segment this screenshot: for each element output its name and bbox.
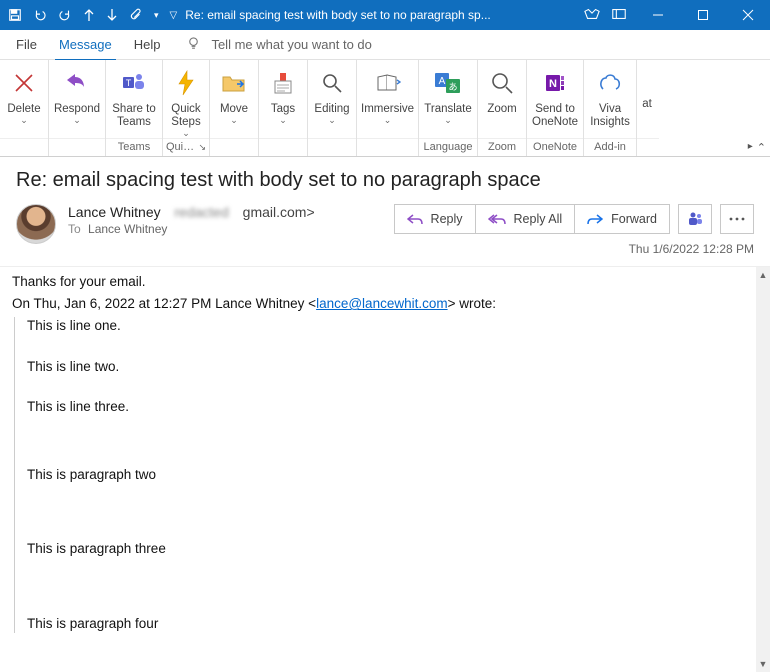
group-quick: Qui…↘ — [163, 138, 209, 156]
immersive-button[interactable]: Immersive⌄ — [357, 60, 418, 138]
delete-button[interactable]: Delete⌄ — [0, 60, 48, 138]
send-onenote-button[interactable]: N Send to OneNote — [527, 60, 583, 138]
quick-steps-button[interactable]: Quick Steps⌄ — [163, 60, 209, 138]
forward-button[interactable]: Forward — [575, 204, 670, 234]
premium-icon[interactable] — [584, 7, 600, 24]
attach-icon[interactable] — [129, 8, 143, 22]
arrow-up-icon[interactable] — [83, 8, 95, 22]
svg-text:N: N — [549, 78, 557, 90]
quoted-para: This is paragraph two — [27, 466, 754, 484]
group-language: Language — [419, 138, 477, 156]
svg-text:A: A — [439, 76, 446, 87]
close-button[interactable] — [725, 0, 770, 30]
ribbon-scroll-right-icon[interactable]: ▸ — [748, 141, 753, 154]
translate-icon: Aあ — [434, 66, 462, 100]
teams-chat-button[interactable] — [678, 204, 712, 234]
quoted-block: This is line one. This is line two. This… — [14, 317, 754, 632]
email-subject: Re: email spacing test with body set to … — [0, 157, 770, 196]
tab-file[interactable]: File — [14, 33, 39, 56]
undo-icon[interactable] — [33, 8, 47, 22]
email-body: Thanks for your email. On Thu, Jan 6, 20… — [12, 273, 754, 633]
move-button[interactable]: Move⌄ — [210, 60, 258, 138]
ribbon-collapse-icon[interactable]: ⌃ — [757, 141, 766, 154]
reply-all-button[interactable]: Reply All — [476, 204, 576, 234]
scroll-down-icon[interactable]: ▼ — [756, 656, 770, 672]
find-icon — [320, 66, 344, 100]
quoted-line: This is line two. — [27, 358, 754, 376]
ribbon-overflow[interactable]: at — [637, 60, 657, 138]
redo-icon[interactable] — [58, 8, 72, 22]
minimize-button[interactable] — [635, 0, 680, 30]
reply-button[interactable]: Reply — [394, 204, 476, 234]
tags-button[interactable]: Tags⌄ — [259, 60, 307, 138]
chevron-down-icon[interactable]: ▾ — [154, 11, 159, 20]
scrollbar[interactable]: ▲ ▼ — [756, 267, 770, 672]
window-title: Re: email spacing test with body set to … — [185, 8, 491, 22]
editing-button[interactable]: Editing⌄ — [308, 60, 356, 138]
translate-button[interactable]: Aあ Translate⌄ — [419, 60, 477, 138]
quoted-para: This is paragraph four — [27, 615, 754, 633]
scroll-up-icon[interactable]: ▲ — [756, 267, 770, 283]
sender-name: Lance Whitney — [68, 204, 161, 220]
arrow-down-icon[interactable] — [106, 8, 118, 22]
tab-help[interactable]: Help — [132, 33, 163, 56]
respond-button[interactable]: Respond⌄ — [49, 60, 105, 138]
quoted-email-link[interactable]: lance@lancewhit.com — [316, 296, 448, 311]
tag-icon — [271, 66, 295, 100]
respond-icon — [64, 66, 90, 100]
maximize-button[interactable] — [680, 0, 725, 30]
more-actions-button[interactable] — [720, 204, 754, 234]
quoted-para: This is paragraph three — [27, 540, 754, 558]
menu-tabs: File Message Help Tell me what you want … — [0, 30, 770, 60]
title-bar: ▾ ▽ Re: email spacing test with body set… — [0, 0, 770, 30]
svg-text:あ: あ — [449, 82, 458, 92]
avatar — [16, 204, 56, 244]
sender-email: redacted — [167, 204, 237, 220]
zoom-icon — [490, 66, 514, 100]
ribbon: Delete⌄ Respond⌄ T Share to Teams Teams … — [0, 60, 770, 157]
lightning-icon — [175, 66, 197, 100]
group-zoom: Zoom — [478, 138, 526, 156]
onenote-icon: N — [543, 66, 567, 100]
qat-overflow-icon[interactable]: ▽ — [170, 10, 178, 21]
folder-icon — [221, 66, 247, 100]
email-header: Lance Whitney redacted gmail.com> To Lan… — [0, 196, 770, 266]
quote-intro: On Thu, Jan 6, 2022 at 12:27 PM Lance Wh… — [12, 295, 754, 313]
tell-me-input[interactable]: Tell me what you want to do — [211, 37, 371, 52]
lightbulb-icon — [186, 36, 201, 54]
immersive-icon — [375, 66, 401, 100]
body-line: Thanks for your email. — [12, 273, 754, 291]
zoom-button[interactable]: Zoom — [478, 60, 526, 138]
to-label: To — [68, 222, 81, 236]
teams-icon: T — [121, 66, 147, 100]
tab-message[interactable]: Message — [57, 33, 114, 56]
group-teams: Teams — [106, 138, 162, 156]
quoted-line: This is line three. — [27, 398, 754, 416]
save-icon[interactable] — [8, 8, 22, 22]
delete-icon — [12, 66, 36, 100]
svg-text:T: T — [126, 78, 132, 88]
share-teams-button[interactable]: T Share to Teams — [106, 60, 162, 138]
quoted-line: This is line one. — [27, 317, 754, 335]
email-body-area: Thanks for your email. On Thu, Jan 6, 20… — [0, 266, 770, 672]
display-options-icon[interactable] — [611, 7, 627, 24]
viva-icon — [597, 66, 623, 100]
viva-insights-button[interactable]: Viva Insights — [584, 60, 636, 138]
timestamp: Thu 1/6/2022 12:28 PM — [629, 242, 754, 256]
group-onenote: OneNote — [527, 138, 583, 156]
to-value: Lance Whitney — [88, 222, 167, 236]
sender-email-suffix: gmail.com> — [243, 204, 315, 220]
group-addin: Add-in — [584, 138, 636, 156]
